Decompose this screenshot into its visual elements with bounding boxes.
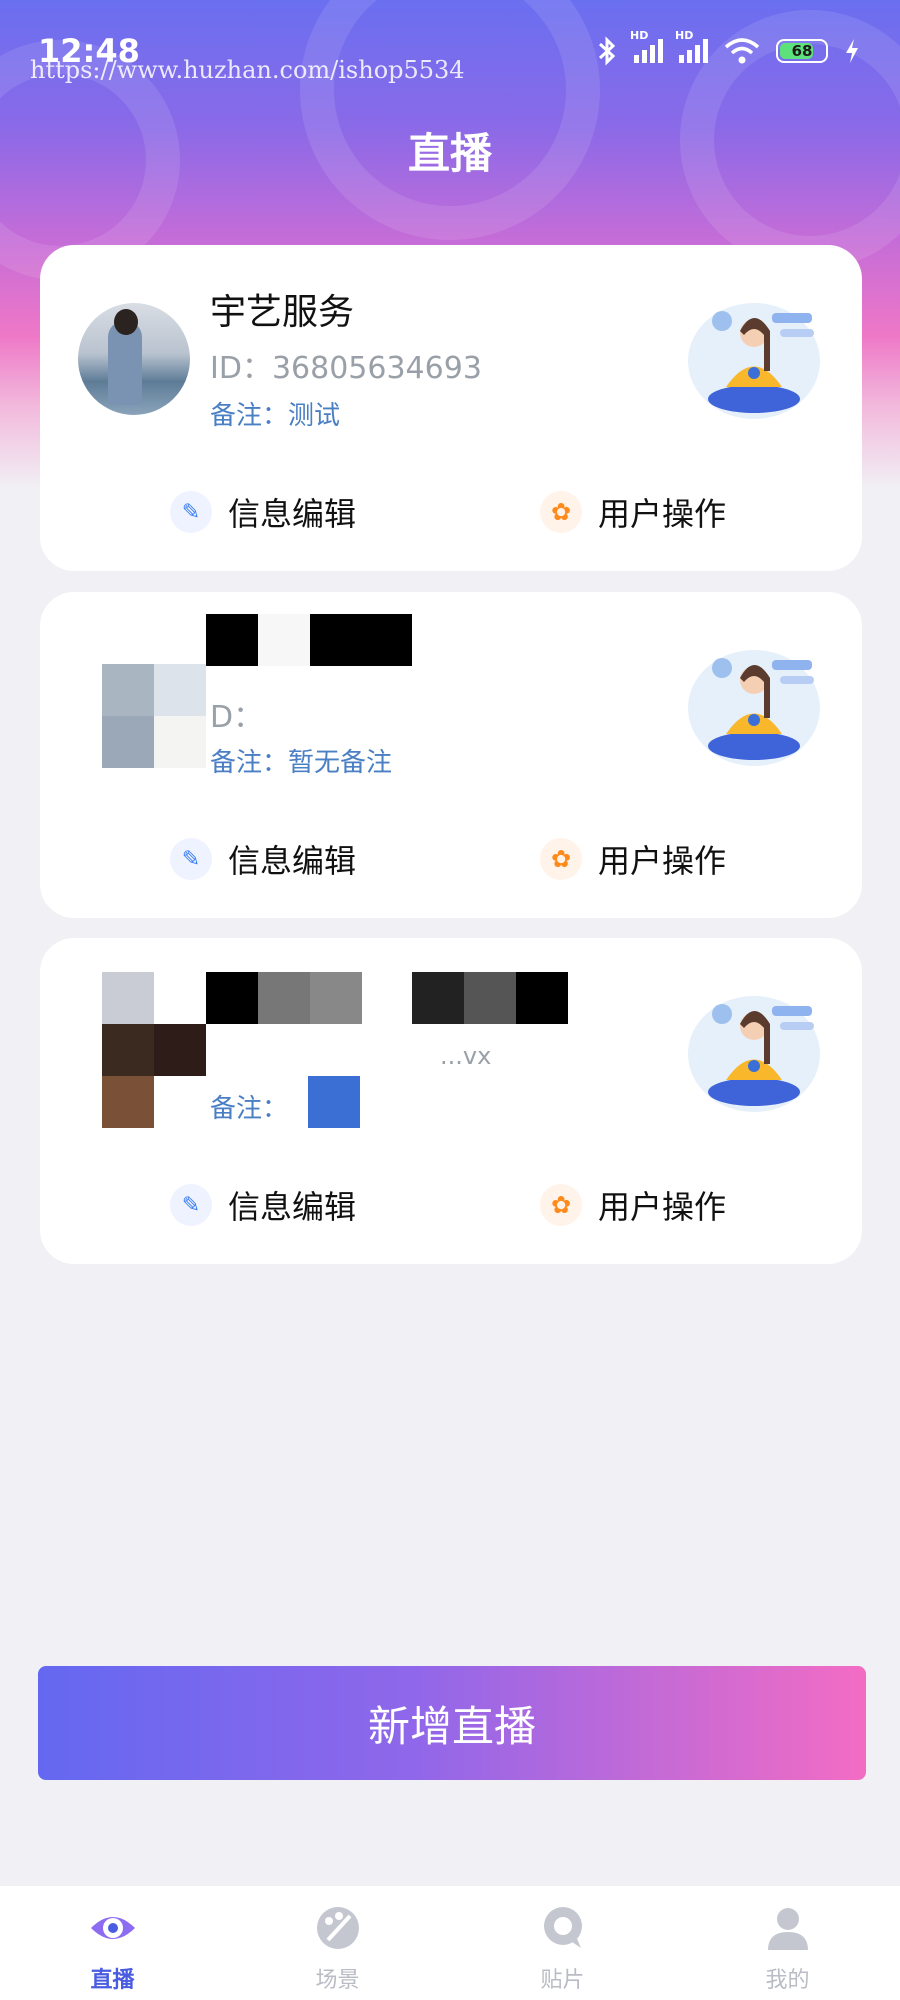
palette-icon (316, 1907, 359, 1949)
live-card[interactable]: ...vx 备注： ✎ 信息编辑 ✿ 用户操作 (40, 938, 862, 1264)
tab-sticker[interactable]: 贴片 (450, 1886, 675, 2000)
user-action-button[interactable]: ✿ 用户操作 (540, 489, 726, 535)
edit-info-label: 信息编辑 (228, 1188, 357, 1226)
live-id: ...vx (440, 1042, 492, 1070)
edit-info-label: 信息编辑 (228, 495, 357, 533)
tab-scene[interactable]: 场景 (225, 1886, 450, 2000)
tab-label: 直播 (90, 1968, 135, 1993)
live-id: D： (210, 700, 264, 735)
meditating-girl-illustration (688, 996, 820, 1112)
edit-info-button[interactable]: ✎ 信息编辑 (170, 836, 356, 882)
add-live-button[interactable]: 新增直播 (38, 1666, 866, 1780)
tab-label: 场景 (315, 1968, 360, 1993)
battery-level: 68 (791, 42, 813, 60)
user-action-label: 用户操作 (598, 495, 727, 533)
charging-icon (846, 39, 858, 63)
tab-label: 我的 (765, 1968, 810, 1993)
user-action-label: 用户操作 (598, 1188, 727, 1226)
user-action-button[interactable]: ✿ 用户操作 (540, 1182, 726, 1228)
pencil-icon: ✎ (170, 838, 212, 880)
eye-icon (90, 1917, 135, 1939)
pencil-icon: ✎ (170, 1184, 212, 1226)
meditating-girl-illustration (688, 303, 820, 419)
user-icon (767, 1908, 808, 1950)
redacted-note (308, 1076, 360, 1128)
tab-label: 贴片 (540, 1968, 585, 1993)
edit-info-button[interactable]: ✎ 信息编辑 (170, 489, 356, 535)
avatar (78, 303, 190, 415)
blurred-avatar (102, 972, 206, 1128)
live-card[interactable]: D： 备注：暂无备注 ✎ 信息编辑 ✿ 用户操作 (40, 592, 862, 918)
blurred-avatar (102, 664, 206, 768)
watermark-url: https://www.huzhan.com/ishop5534 (30, 56, 465, 84)
status-bar: 12:48 https://www.huzhan.com/ishop5534 H… (0, 0, 900, 100)
bluetooth-icon (598, 36, 616, 66)
redacted-name (206, 972, 576, 1024)
bottom-tab-bar: 直播 场景 贴片 我的 (0, 1886, 900, 2000)
battery-icon: 68 (776, 39, 828, 63)
wifi-icon (724, 38, 760, 64)
live-note: 备注： (210, 1094, 289, 1124)
gear-icon: ✿ (540, 491, 582, 533)
live-name: 宇艺服务 (210, 292, 355, 333)
status-icons: HD HD 68 (596, 29, 860, 66)
live-id: ID：36805634693 (210, 351, 482, 386)
tab-mine[interactable]: 我的 (675, 1886, 900, 2000)
signal-icon: HD (630, 29, 663, 63)
tab-live[interactable]: 直播 (0, 1886, 225, 2000)
live-card[interactable]: 宇艺服务 ID：36805634693 备注：测试 ✎ 信息编辑 ✿ 用户操作 (40, 245, 862, 571)
redacted-name (206, 614, 412, 666)
signal-icon: HD (675, 29, 708, 63)
user-action-label: 用户操作 (598, 842, 727, 880)
live-note: 备注：暂无备注 (210, 748, 393, 778)
edit-info-button[interactable]: ✎ 信息编辑 (170, 1182, 356, 1228)
gear-icon: ✿ (540, 838, 582, 880)
page-title: 直播 (407, 129, 492, 178)
pencil-icon: ✎ (170, 491, 212, 533)
edit-info-label: 信息编辑 (228, 842, 357, 880)
gear-icon: ✿ (540, 1184, 582, 1226)
meditating-girl-illustration (688, 650, 820, 766)
sticker-icon (543, 1907, 582, 1948)
live-note: 备注：测试 (210, 401, 341, 431)
user-action-button[interactable]: ✿ 用户操作 (540, 836, 726, 882)
